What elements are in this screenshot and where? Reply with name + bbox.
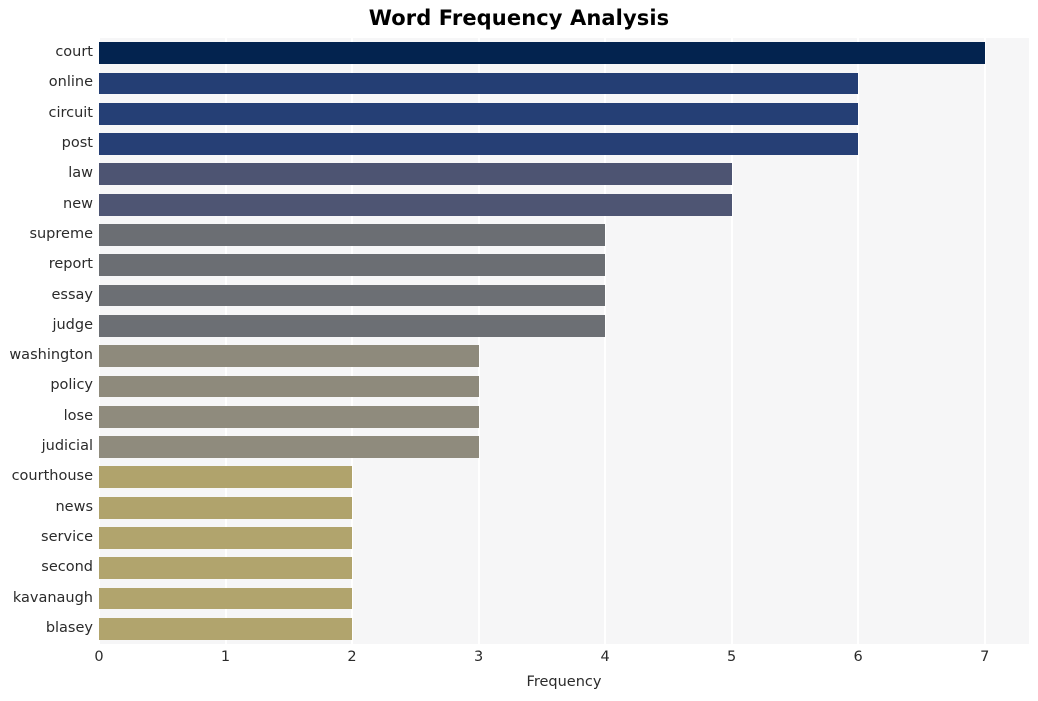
y-tick-label-supreme: supreme <box>29 225 93 242</box>
bar-post <box>99 133 859 155</box>
y-tick-label-new: new <box>63 195 93 212</box>
x-tick-label-7: 7 <box>980 649 990 665</box>
bar-row <box>99 42 1029 65</box>
y-axis-tick-labels: court online circuit post law new supreme repor… <box>0 38 93 644</box>
y-tick-label-essay: essay <box>51 286 94 303</box>
bar-row <box>99 284 1029 307</box>
bar-washington <box>99 345 479 368</box>
x-tick-label-4: 4 <box>600 649 610 665</box>
bar-row <box>99 375 1029 398</box>
x-tick-label-5: 5 <box>727 649 737 665</box>
bar-row <box>99 587 1029 610</box>
page-title: Word Frequency Analysis <box>368 6 670 30</box>
bar-judicial <box>99 436 479 458</box>
y-tick-label-law: law <box>68 165 93 182</box>
y-tick-label-service: service <box>41 528 93 545</box>
bar-circuit <box>99 102 859 125</box>
plot-area <box>99 38 1029 644</box>
y-tick-label-washington: washington <box>9 347 93 364</box>
bar-row <box>99 436 1029 458</box>
bar-row <box>99 224 1029 246</box>
x-tick-label-2: 2 <box>347 649 357 665</box>
bars-container <box>99 38 1029 644</box>
bar-row <box>99 557 1029 580</box>
bar-blasey <box>99 617 353 640</box>
y-tick-label-courthouse: courthouse <box>11 468 93 485</box>
bar-lose <box>99 405 479 428</box>
bar-row <box>99 405 1029 428</box>
bar-row <box>99 496 1029 519</box>
x-tick-label-6: 6 <box>853 649 863 665</box>
bar-report <box>99 254 606 277</box>
bar-news <box>99 496 353 519</box>
bar-row <box>99 617 1029 640</box>
y-tick-label-online: online <box>48 74 93 91</box>
bar-row <box>99 314 1029 337</box>
bar-court <box>99 42 985 65</box>
bar-row <box>99 527 1029 549</box>
bar-row <box>99 163 1029 186</box>
bar-law <box>99 163 732 186</box>
x-axis-label: Frequency <box>526 674 602 690</box>
bar-new <box>99 193 732 216</box>
y-tick-label-post: post <box>61 135 93 152</box>
bar-row <box>99 345 1029 368</box>
x-tick-label-3: 3 <box>473 649 484 665</box>
bar-row <box>99 133 1029 155</box>
x-tick-label-0: 0 <box>94 649 104 665</box>
y-tick-label-blasey: blasey <box>45 619 93 636</box>
y-tick-label-judge: judge <box>52 316 93 333</box>
y-tick-label-lose: lose <box>63 407 93 424</box>
y-tick-label-kavanaugh: kavanaugh <box>12 589 93 606</box>
bar-essay <box>99 284 606 307</box>
bar-supreme <box>99 224 606 246</box>
bar-policy <box>99 375 479 398</box>
bar-kavanaugh <box>99 587 353 610</box>
bar-row <box>99 466 1029 489</box>
bar-service <box>99 527 353 549</box>
bar-row <box>99 72 1029 95</box>
y-tick-label-circuit: circuit <box>48 104 93 121</box>
y-tick-label-judicial: judicial <box>41 438 93 455</box>
x-axis-tick-labels: 0 1 2 3 4 5 6 7 <box>94 649 1029 671</box>
bar-row <box>99 102 1029 125</box>
y-tick-label-court: court <box>55 44 93 61</box>
bar-online <box>99 72 859 95</box>
bar-judge <box>99 314 606 337</box>
y-tick-label-news: news <box>55 498 93 515</box>
bar-row <box>99 193 1029 216</box>
y-tick-label-report: report <box>48 256 93 273</box>
y-tick-label-policy: policy <box>50 377 93 394</box>
bar-courthouse <box>99 466 353 489</box>
x-tick-label-1: 1 <box>220 649 231 665</box>
bar-second <box>99 557 353 580</box>
chart-figure: Word Frequency Analysis court online circu… <box>0 0 1038 701</box>
y-tick-label-second: second <box>41 559 93 576</box>
bar-row <box>99 254 1029 277</box>
